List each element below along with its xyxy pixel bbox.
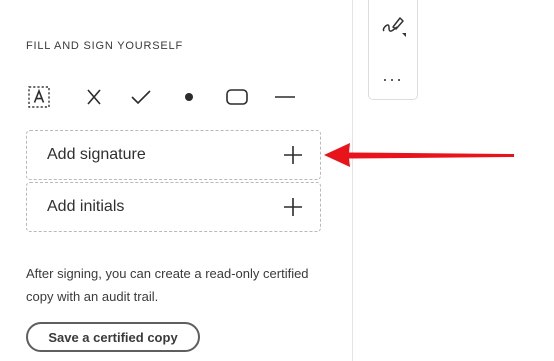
sign-tool-button[interactable] (369, 9, 417, 45)
more-options-button[interactable]: ... (369, 57, 417, 93)
cross-mark-tool[interactable] (79, 82, 109, 112)
right-side-toolbar: ... (368, 0, 418, 100)
fill-and-sign-panel: FILL AND SIGN YOURSELF Add signature Add… (0, 0, 554, 361)
certified-copy-info: After signing, you can create a read-onl… (26, 266, 309, 304)
checkmark-icon (130, 87, 152, 107)
checkmark-tool[interactable] (126, 82, 156, 112)
pen-sign-icon (378, 10, 408, 45)
rectangle-tool[interactable] (222, 82, 252, 112)
rounded-rectangle-icon (225, 87, 249, 107)
dot-icon (183, 91, 195, 103)
panel-divider (352, 0, 353, 361)
fill-tools-row (24, 82, 324, 112)
line-tool[interactable] (270, 82, 300, 112)
line-icon (273, 87, 297, 107)
text-field-tool[interactable] (24, 82, 54, 112)
plus-icon (282, 196, 304, 218)
add-signature-button[interactable]: Add signature (26, 130, 321, 180)
red-annotation-arrow (324, 140, 516, 170)
add-initials-label: Add initials (47, 198, 125, 215)
add-signature-label: Add signature (47, 146, 146, 163)
save-certified-copy-button[interactable]: Save a certified copy (26, 322, 200, 352)
section-heading: FILL AND SIGN YOURSELF (26, 40, 183, 52)
cross-mark-icon (84, 87, 104, 107)
add-initials-button[interactable]: Add initials (26, 182, 321, 232)
plus-icon (282, 144, 304, 166)
text-field-icon (27, 85, 51, 109)
dot-tool[interactable] (174, 82, 204, 112)
more-options-icon: ... (382, 65, 404, 85)
